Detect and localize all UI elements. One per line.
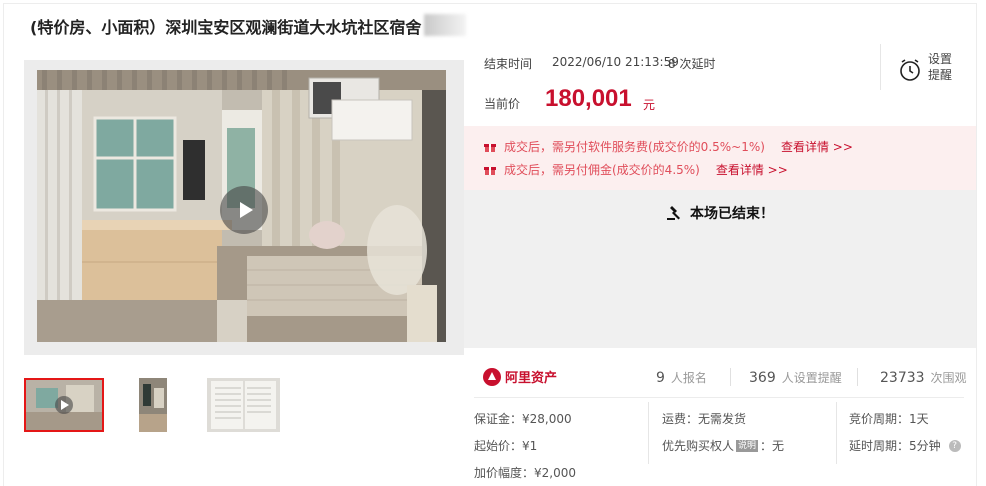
stat-label: 人设置提醒 [781, 371, 842, 385]
stat-value: 23733 [880, 370, 925, 386]
ali-logo-icon [483, 367, 501, 386]
thumbnail-3[interactable] [207, 378, 280, 432]
deposit: 保证金：¥28,000 [474, 412, 572, 426]
stat-reminders: 369 人设置提醒 [749, 369, 842, 386]
divider [730, 368, 731, 386]
fee-text: 成交后，需另付佣金(成交价的4.5%) [504, 163, 700, 177]
priority-label: 优先购买权人 [662, 439, 735, 453]
gift-icon [484, 166, 496, 175]
brand-logo: 阿里资产 [483, 367, 557, 386]
delay-cycle-text: 延时周期：5分钟 [849, 439, 941, 453]
gavel-icon [667, 206, 680, 220]
price-unit: 元 [643, 98, 656, 112]
divider [880, 44, 881, 90]
delay-count: 8 次延时 [668, 57, 716, 71]
end-time-value: 2022/06/10 21:13:59 [552, 55, 679, 69]
priority-value: ：无 [760, 439, 785, 453]
gift-icon [484, 143, 496, 152]
stat-label: 人报名 [670, 371, 707, 385]
delay-cycle: 延时周期：5分钟 ? [849, 437, 961, 454]
help-icon[interactable]: ? [948, 439, 961, 452]
thumbnail-image [116, 378, 192, 432]
stat-label: 次围观 [930, 371, 967, 385]
end-time-label: 结束时间 [484, 57, 533, 71]
fee-item: 成交后，需另付软件服务费(成交价的0.5%~1%) 查看详情 >> [484, 138, 853, 155]
bidding-cycle: 竞价周期：1天 [849, 412, 929, 426]
page-title: (特价房、小面积）深圳宝安区观澜街道大水坑社区宿舍 [30, 18, 422, 37]
fee-notice: 成交后，需另付软件服务费(成交价的0.5%~1%) 查看详情 >> 成交后，需另… [464, 126, 976, 190]
redacted-title-text [424, 14, 466, 36]
priority-buyer: 优先购买权人 说明 ：无 [662, 437, 784, 454]
bid-increment: 加价幅度：¥2,000 [474, 466, 576, 480]
fee-details-link[interactable]: 查看详情 >> [781, 138, 853, 155]
divider [836, 402, 837, 464]
current-price-label: 当前价 [484, 97, 521, 111]
stat-value: 369 [749, 370, 776, 386]
brand-name: 阿里资产 [505, 371, 558, 386]
fee-item: 成交后，需另付佣金(成交价的4.5%) 查看详情 >> [484, 161, 788, 178]
divider [474, 397, 964, 398]
set-reminder-button[interactable]: 设置提醒 [928, 51, 956, 83]
thumbnail-image [26, 380, 102, 430]
stat-value: 9 [656, 370, 665, 386]
thumbnail-1[interactable] [24, 378, 104, 432]
divider [648, 402, 649, 464]
stat-registered: 9 人报名 [656, 369, 707, 386]
current-price: 180,001 [545, 85, 632, 112]
alarm-clock-icon[interactable] [899, 58, 921, 82]
start-price: 起始价：¥1 [474, 439, 538, 453]
shipping: 运费：无需发货 [662, 412, 747, 426]
fee-text: 成交后，需另付软件服务费(成交价的0.5%~1%) [504, 140, 765, 154]
stat-views: 23733 次围观 [880, 369, 967, 386]
play-icon[interactable] [220, 186, 268, 234]
thumbnail-image [207, 378, 280, 432]
auction-status-area: 本场已结束！ [464, 190, 976, 348]
priority-info-badge[interactable]: 说明 [736, 439, 759, 452]
fee-details-link[interactable]: 查看详情 >> [716, 161, 788, 178]
divider [857, 368, 858, 386]
status-text: 本场已结束！ [690, 206, 774, 222]
thumbnail-2[interactable] [116, 378, 192, 432]
auction-ended-message: 本场已结束！ [464, 203, 976, 223]
